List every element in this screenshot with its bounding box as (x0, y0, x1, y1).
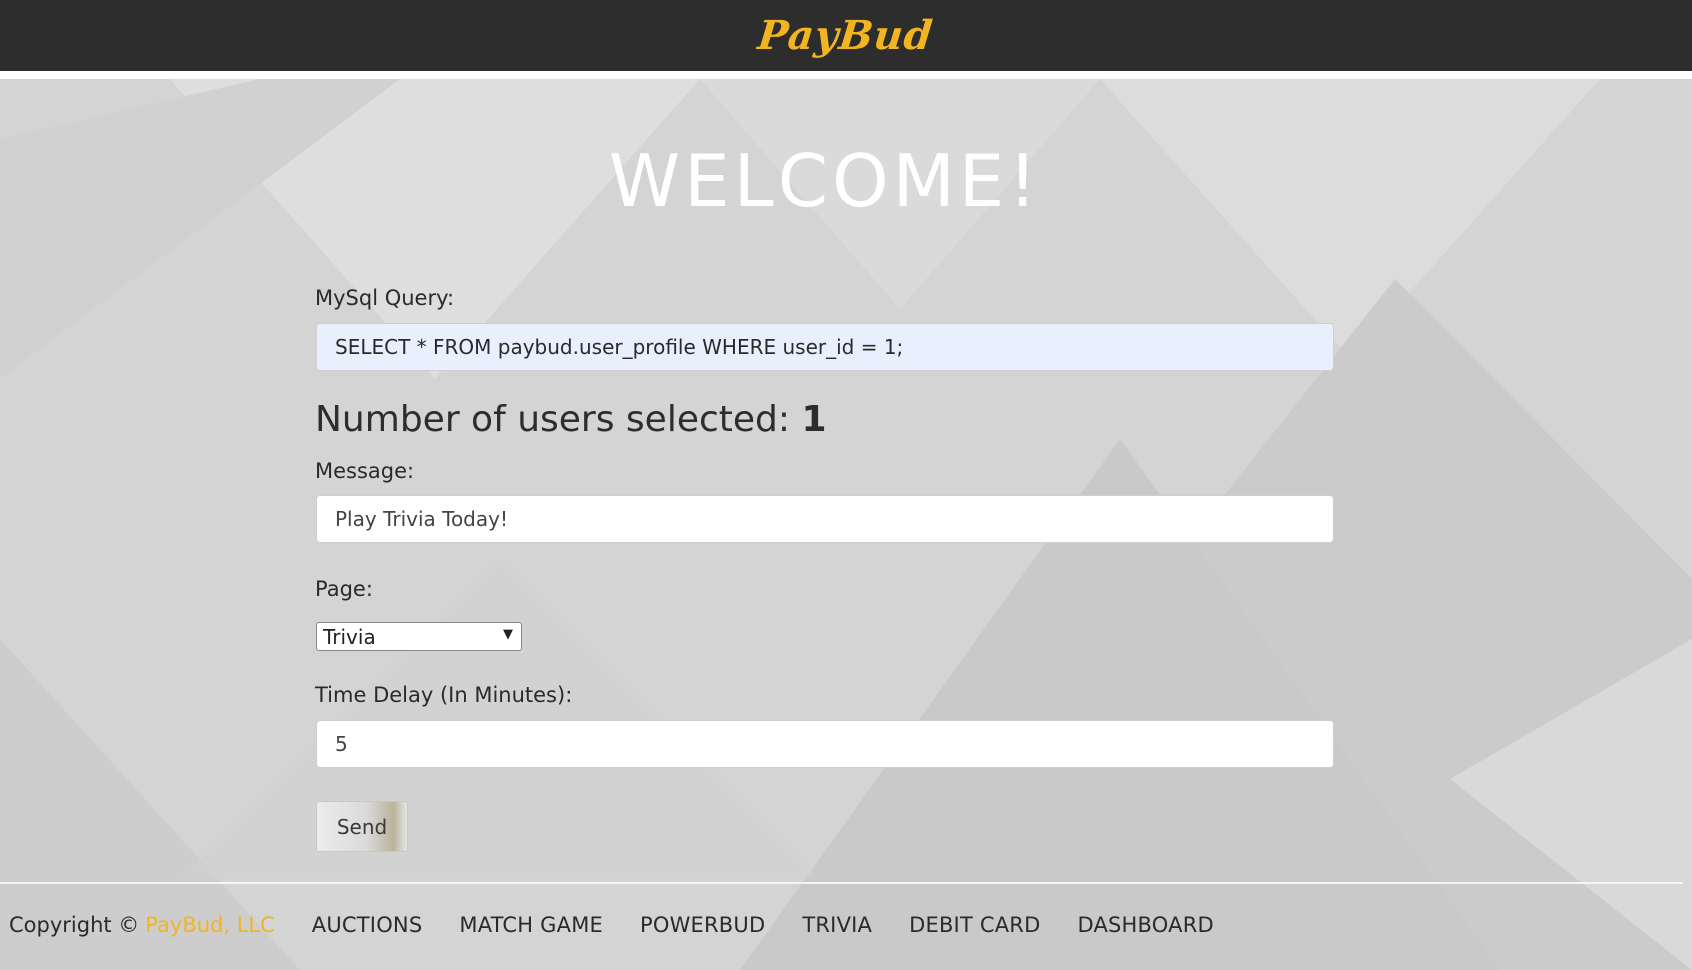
mysql-query-input[interactable] (316, 323, 1334, 371)
footer-link-powerbud[interactable]: POWERBUD (640, 913, 765, 937)
footer-link-debit-card[interactable]: DEBIT CARD (909, 913, 1040, 937)
footer-divider (0, 882, 1683, 884)
header-divider (0, 71, 1692, 79)
users-selected-number: 1 (801, 399, 827, 440)
footer-link-auctions[interactable]: AUCTIONS (312, 913, 423, 937)
users-selected-label: Number of users selected: (315, 399, 791, 440)
company-link[interactable]: PayBud, LLC (145, 913, 274, 937)
page-label: Page: (315, 577, 373, 601)
main-section: WELCOME! MySql Query: Number of users se… (0, 79, 1692, 970)
footer: Copyright © PayBud, LLC AUCTIONS MATCH G… (9, 913, 1251, 937)
dropdown-arrow-icon: ▼ (503, 627, 513, 642)
copyright-text: Copyright © (9, 913, 140, 937)
message-input[interactable] (316, 495, 1334, 543)
page-select-value: Trivia (323, 624, 376, 649)
top-navbar: PayBud (0, 0, 1692, 71)
users-selected-count: Number of users selected: 1 (315, 399, 827, 440)
send-button[interactable]: Send (316, 801, 408, 852)
footer-link-match-game[interactable]: MATCH GAME (459, 913, 603, 937)
footer-link-dashboard[interactable]: DASHBOARD (1077, 913, 1213, 937)
footer-link-trivia[interactable]: TRIVIA (802, 913, 872, 937)
message-label: Message: (315, 459, 415, 483)
page-select[interactable]: Trivia ▼ (316, 622, 522, 651)
page-title: WELCOME! (608, 139, 1042, 223)
delay-label: Time Delay (In Minutes): (315, 683, 573, 707)
paybud-logo[interactable]: PayBud (756, 12, 936, 59)
time-delay-input[interactable] (316, 720, 1334, 768)
query-label: MySql Query: (315, 286, 455, 310)
